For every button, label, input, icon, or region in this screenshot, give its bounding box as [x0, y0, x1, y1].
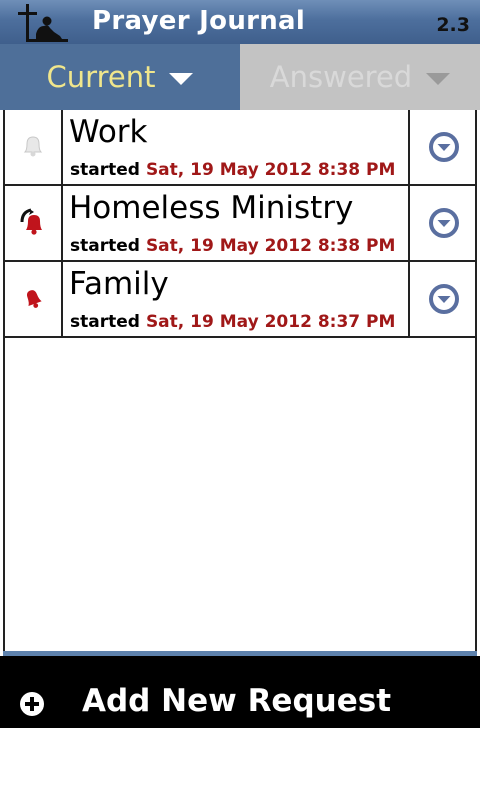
started-line: started Sat, 19 May 2012 8:38 PM [70, 160, 395, 180]
chevron-down-circle-icon [428, 284, 459, 314]
bell-ringing-icon [20, 208, 42, 235]
chevron-down-circle-icon [428, 208, 459, 238]
started-date: Sat, 19 May 2012 8:38 PM [145, 236, 396, 256]
request-title: Work [69, 114, 148, 150]
request-list: Work started Sat, 19 May 2012 8:38 PM Hom… [3, 110, 477, 654]
started-label: started [70, 236, 140, 256]
list-item[interactable]: Work started Sat, 19 May 2012 8:38 PM [5, 110, 475, 186]
chevron-down-icon [169, 73, 194, 85]
request-title: Family [69, 266, 169, 302]
tab-current-label: Current [46, 60, 156, 94]
started-date: Sat, 19 May 2012 8:38 PM [145, 160, 396, 180]
started-label: started [70, 312, 140, 332]
title-bar: Prayer Journal 2.3 [0, 0, 480, 44]
started-date: Sat, 19 May 2012 8:37 PM [145, 312, 396, 332]
app-title: Prayer Journal [92, 6, 306, 36]
expand-button[interactable] [408, 110, 477, 184]
chevron-down-icon [426, 73, 451, 85]
tab-answered[interactable]: Answered [240, 44, 480, 110]
expand-button[interactable] [408, 262, 477, 336]
chevron-down-circle-icon [428, 132, 459, 162]
plus-circle-icon [20, 692, 44, 716]
started-label: started [70, 160, 140, 180]
praying-at-cross-icon [18, 4, 68, 42]
started-line: started Sat, 19 May 2012 8:38 PM [70, 236, 395, 256]
tab-current[interactable]: Current [0, 44, 240, 110]
request-title: Homeless Ministry [69, 190, 354, 226]
version-label: 2.3 [436, 14, 470, 36]
list-item-icon-cell [5, 186, 63, 260]
tab-answered-label: Answered [269, 60, 413, 94]
list-item[interactable]: Family started Sat, 19 May 2012 8:37 PM [5, 262, 475, 338]
bell-faded-icon [23, 136, 43, 157]
list-item[interactable]: Homeless Ministry started Sat, 19 May 201… [5, 186, 475, 262]
bell-red-icon [27, 290, 42, 308]
list-item-icon-cell [5, 262, 63, 336]
add-new-request-label: Add New Request [82, 683, 392, 719]
tab-bar: Current Answered [0, 44, 480, 110]
list-item-icon-cell [5, 110, 63, 184]
expand-button[interactable] [408, 186, 477, 260]
add-new-request-button[interactable]: Add New Request [0, 656, 480, 728]
started-line: started Sat, 19 May 2012 8:37 PM [70, 312, 395, 332]
